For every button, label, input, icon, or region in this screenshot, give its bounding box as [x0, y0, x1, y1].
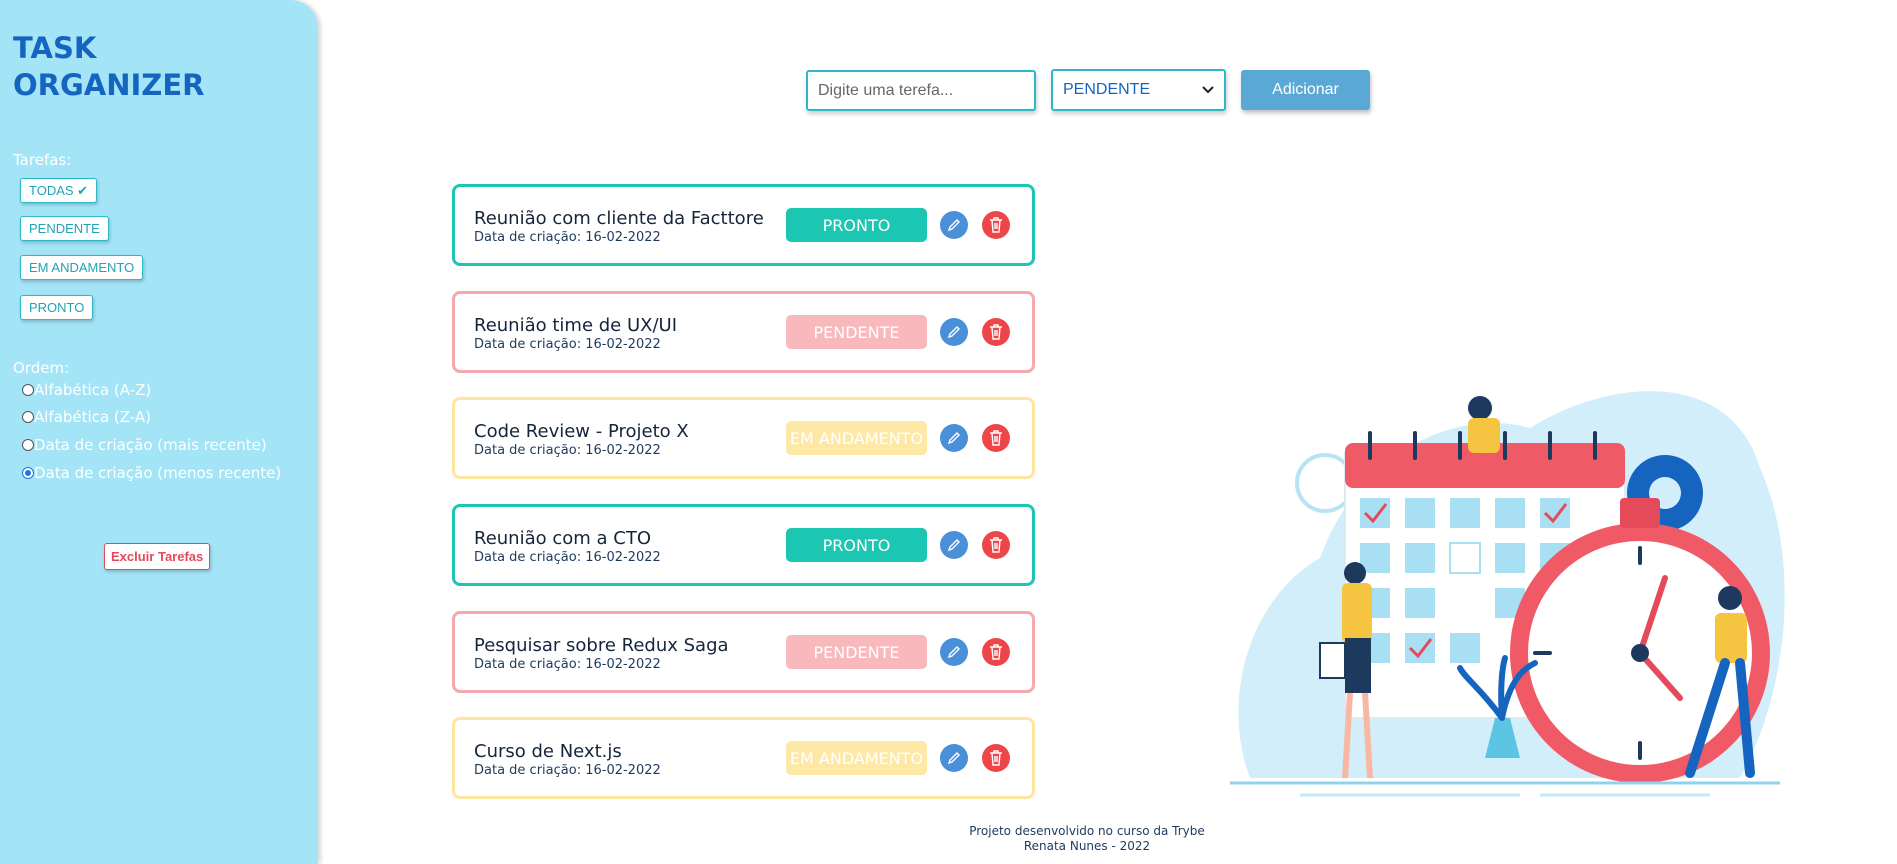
task-date: Data de criação: 16-02-2022: [474, 550, 661, 565]
delete-tasks-button[interactable]: Excluir Tarefas: [104, 543, 211, 570]
pencil-icon: [947, 326, 960, 339]
pencil-icon: [947, 646, 960, 659]
order-option-az[interactable]: Alfabética (A-Z): [22, 381, 151, 399]
task-card: Reunião com a CTO Data de criação: 16-02…: [452, 504, 1035, 586]
footer: Projeto desenvolvido no curso da Trybe R…: [937, 824, 1237, 854]
footer-credit: Projeto desenvolvido no curso da Trybe: [969, 824, 1205, 838]
status-badge[interactable]: PRONTO: [786, 528, 927, 562]
order-option-label: Data de criação (mais recente): [34, 436, 267, 454]
edit-button[interactable]: [940, 424, 968, 452]
task-input[interactable]: Digite uma terefa...: [806, 70, 1036, 111]
delete-button[interactable]: [982, 531, 1010, 559]
edit-button[interactable]: [940, 638, 968, 666]
radio-button[interactable]: [22, 439, 34, 451]
task-title: Code Review - Projeto X: [474, 421, 689, 442]
trash-icon: [990, 324, 1002, 340]
task-title: Curso de Next.js: [474, 741, 622, 762]
order-option-oldest[interactable]: Data de criação (menos recente): [22, 464, 281, 482]
trash-icon: [990, 217, 1002, 233]
status-badge[interactable]: EM ANDAMENTO: [786, 421, 927, 455]
radio-button[interactable]: [22, 384, 34, 396]
task-card: Curso de Next.js Data de criação: 16-02-…: [452, 717, 1035, 799]
add-button[interactable]: Adicionar: [1241, 70, 1370, 110]
edit-button[interactable]: [940, 744, 968, 772]
sidebar: TASK ORGANIZER Tarefas: TODAS ✔ PENDENTE…: [0, 0, 318, 864]
order-option-label: Alfabética (Z-A): [34, 408, 151, 426]
delete-button[interactable]: [982, 638, 1010, 666]
trash-icon: [990, 430, 1002, 446]
status-select[interactable]: PENDENTE: [1051, 69, 1226, 111]
trash-icon: [990, 750, 1002, 766]
filter-em-andamento-button[interactable]: EM ANDAMENTO: [20, 255, 144, 280]
delete-button[interactable]: [982, 318, 1010, 346]
calendar-clock-illustration: [1230, 391, 1785, 797]
status-badge[interactable]: EM ANDAMENTO: [786, 741, 927, 775]
delete-button[interactable]: [982, 744, 1010, 772]
task-date: Data de criação: 16-02-2022: [474, 230, 661, 245]
order-option-recent[interactable]: Data de criação (mais recente): [22, 436, 267, 454]
task-card: Reunião com cliente da Facttore Data de …: [452, 184, 1035, 266]
task-card: Code Review - Projeto X Data de criação:…: [452, 397, 1035, 479]
pencil-icon: [947, 752, 960, 765]
edit-button[interactable]: [940, 211, 968, 239]
pencil-icon: [947, 432, 960, 445]
pencil-icon: [947, 219, 960, 232]
task-input-placeholder: Digite uma terefa...: [818, 81, 954, 99]
filter-pendente-button[interactable]: PENDENTE: [20, 216, 109, 241]
order-option-label: Alfabética (A-Z): [34, 381, 152, 399]
filter-pronto-button[interactable]: PRONTO: [20, 295, 94, 320]
task-card: Pesquisar sobre Redux Saga Data de criaç…: [452, 611, 1035, 693]
order-option-label: Data de criação (menos recente): [34, 464, 282, 482]
footer-author: Renata Nunes - 2022: [1023, 839, 1151, 853]
task-date: Data de criação: 16-02-2022: [474, 443, 661, 458]
pencil-icon: [947, 539, 960, 552]
task-title: Reunião time de UX/UI: [474, 315, 678, 336]
radio-button-checked[interactable]: [22, 467, 34, 479]
status-select-value: PENDENTE: [1063, 81, 1151, 98]
chevron-down-icon: [1202, 86, 1214, 94]
task-title: Reunião com cliente da Facttore: [474, 208, 764, 229]
filters-label: Tarefas:: [13, 151, 72, 169]
edit-button[interactable]: [940, 318, 968, 346]
order-label: Ordem:: [13, 359, 70, 377]
status-badge[interactable]: PENDENTE: [786, 315, 927, 349]
status-badge[interactable]: PENDENTE: [786, 635, 927, 669]
delete-button[interactable]: [982, 211, 1010, 239]
task-date: Data de criação: 16-02-2022: [474, 763, 661, 778]
task-date: Data de criação: 16-02-2022: [474, 337, 661, 352]
order-option-za[interactable]: Alfabética (Z-A): [22, 408, 151, 426]
status-badge[interactable]: PRONTO: [786, 208, 927, 242]
radio-button[interactable]: [22, 411, 34, 423]
edit-button[interactable]: [940, 531, 968, 559]
app-title: TASK ORGANIZER: [13, 31, 205, 102]
trash-icon: [990, 537, 1002, 553]
trash-icon: [990, 644, 1002, 660]
task-card: Reunião time de UX/UI Data de criação: 1…: [452, 291, 1035, 373]
task-title: Reunião com a CTO: [474, 528, 652, 549]
task-title: Pesquisar sobre Redux Saga: [474, 635, 729, 656]
task-date: Data de criação: 16-02-2022: [474, 657, 661, 672]
filter-todas-button[interactable]: TODAS ✔: [20, 178, 98, 203]
delete-button[interactable]: [982, 424, 1010, 452]
